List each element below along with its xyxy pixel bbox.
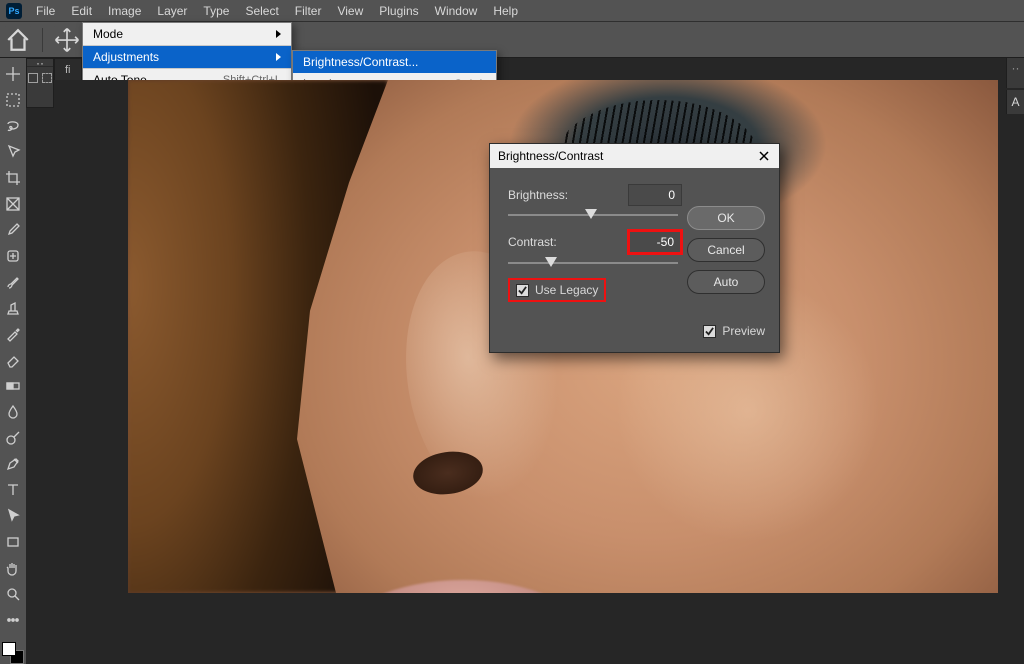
contrast-input[interactable] xyxy=(628,230,682,254)
square-icon xyxy=(28,73,38,83)
color-swatches[interactable] xyxy=(2,642,24,664)
menu-image[interactable]: Image xyxy=(100,0,149,22)
menu-select[interactable]: Select xyxy=(237,0,286,22)
eraser-tool[interactable] xyxy=(2,350,24,370)
chevron-right-icon xyxy=(276,30,281,38)
ok-button[interactable]: OK xyxy=(687,206,765,230)
menu-type[interactable]: Type xyxy=(195,0,237,22)
submenu-bc-label: Brightness/Contrast... xyxy=(303,55,418,69)
document-tab[interactable]: fi xyxy=(54,58,82,80)
dashed-square-icon xyxy=(42,73,52,83)
cancel-button[interactable]: Cancel xyxy=(687,238,765,262)
menu-file[interactable]: File xyxy=(28,0,63,22)
edit-toolbar[interactable] xyxy=(2,610,24,630)
arrows-icon xyxy=(54,27,80,53)
marquee-tool[interactable] xyxy=(2,90,24,110)
frame-tool[interactable] xyxy=(2,194,24,214)
rectangle-tool[interactable] xyxy=(2,532,24,552)
checkbox-icon xyxy=(703,325,716,338)
healing-brush-tool[interactable] xyxy=(2,246,24,266)
app-logo: Ps xyxy=(6,3,22,19)
blur-tool[interactable] xyxy=(2,402,24,422)
pen-tool[interactable] xyxy=(2,454,24,474)
checkbox-icon xyxy=(516,284,529,297)
collapsed-panel-right-char[interactable]: A xyxy=(1006,90,1024,114)
menu-view[interactable]: View xyxy=(329,0,371,22)
brightness-contrast-dialog: Brightness/Contrast Brightness: Contrast… xyxy=(489,143,780,353)
path-select-tool[interactable] xyxy=(2,506,24,526)
move-cursor-icon[interactable] xyxy=(53,26,81,54)
slider-thumb-icon[interactable] xyxy=(585,209,597,219)
brightness-input[interactable] xyxy=(628,184,682,206)
separator xyxy=(42,28,43,52)
type-tool[interactable] xyxy=(2,480,24,500)
foreground-color-swatch[interactable] xyxy=(2,642,16,656)
crop-tool[interactable] xyxy=(2,168,24,188)
brightness-slider[interactable] xyxy=(508,214,678,216)
collapsed-panel-left[interactable]: ·· xyxy=(26,58,54,108)
character-panel-icon: A xyxy=(1011,95,1019,109)
menu-layer[interactable]: Layer xyxy=(149,0,195,22)
preview-checkbox[interactable]: Preview xyxy=(703,324,765,338)
menu-window[interactable]: Window xyxy=(427,0,486,22)
contrast-slider[interactable] xyxy=(508,262,678,264)
menu-edit[interactable]: Edit xyxy=(63,0,100,22)
eyedropper-tool[interactable] xyxy=(2,220,24,240)
menu-plugins[interactable]: Plugins xyxy=(371,0,426,22)
close-icon xyxy=(759,151,769,161)
move-tool[interactable] xyxy=(2,64,24,84)
lasso-tool[interactable] xyxy=(2,116,24,136)
home-icon xyxy=(5,27,31,53)
hand-tool[interactable] xyxy=(2,558,24,578)
gradient-tool[interactable] xyxy=(2,376,24,396)
dialog-title-bar[interactable]: Brightness/Contrast xyxy=(490,144,779,168)
preview-label: Preview xyxy=(722,324,765,338)
use-legacy-label: Use Legacy xyxy=(535,283,598,297)
menu-help[interactable]: Help xyxy=(485,0,526,22)
zoom-tool[interactable] xyxy=(2,584,24,604)
clone-stamp-tool[interactable] xyxy=(2,298,24,318)
menu-adjustments[interactable]: Adjustments xyxy=(83,46,291,69)
tool-strip xyxy=(0,58,26,664)
menu-mode[interactable]: Mode xyxy=(83,23,291,46)
history-brush-tool[interactable] xyxy=(2,324,24,344)
dialog-close-button[interactable] xyxy=(757,149,771,163)
quick-select-tool[interactable] xyxy=(2,142,24,162)
menu-adjustments-label: Adjustments xyxy=(93,50,159,64)
dialog-button-column: OK Cancel Auto xyxy=(687,206,765,294)
slider-thumb-icon[interactable] xyxy=(545,257,557,267)
panel-grip-icon: ·· xyxy=(27,59,53,67)
home-button[interactable] xyxy=(4,26,32,54)
brightness-label: Brightness: xyxy=(508,188,618,202)
use-legacy-checkbox[interactable]: Use Legacy xyxy=(508,278,606,302)
chevron-right-icon xyxy=(276,53,281,61)
menu-mode-label: Mode xyxy=(93,27,123,41)
contrast-label: Contrast: xyxy=(508,235,618,249)
auto-button[interactable]: Auto xyxy=(687,270,765,294)
dialog-title: Brightness/Contrast xyxy=(498,149,603,163)
dodge-tool[interactable] xyxy=(2,428,24,448)
submenu-brightness-contrast[interactable]: Brightness/Contrast... xyxy=(293,51,496,73)
collapsed-panel-right-top[interactable]: ·· xyxy=(1006,58,1024,88)
panel-grip-icon: ·· xyxy=(1012,61,1020,75)
menu-filter[interactable]: Filter xyxy=(287,0,330,22)
menu-bar: Ps File Edit Image Layer Type Select Fil… xyxy=(0,0,1024,22)
brush-tool[interactable] xyxy=(2,272,24,292)
